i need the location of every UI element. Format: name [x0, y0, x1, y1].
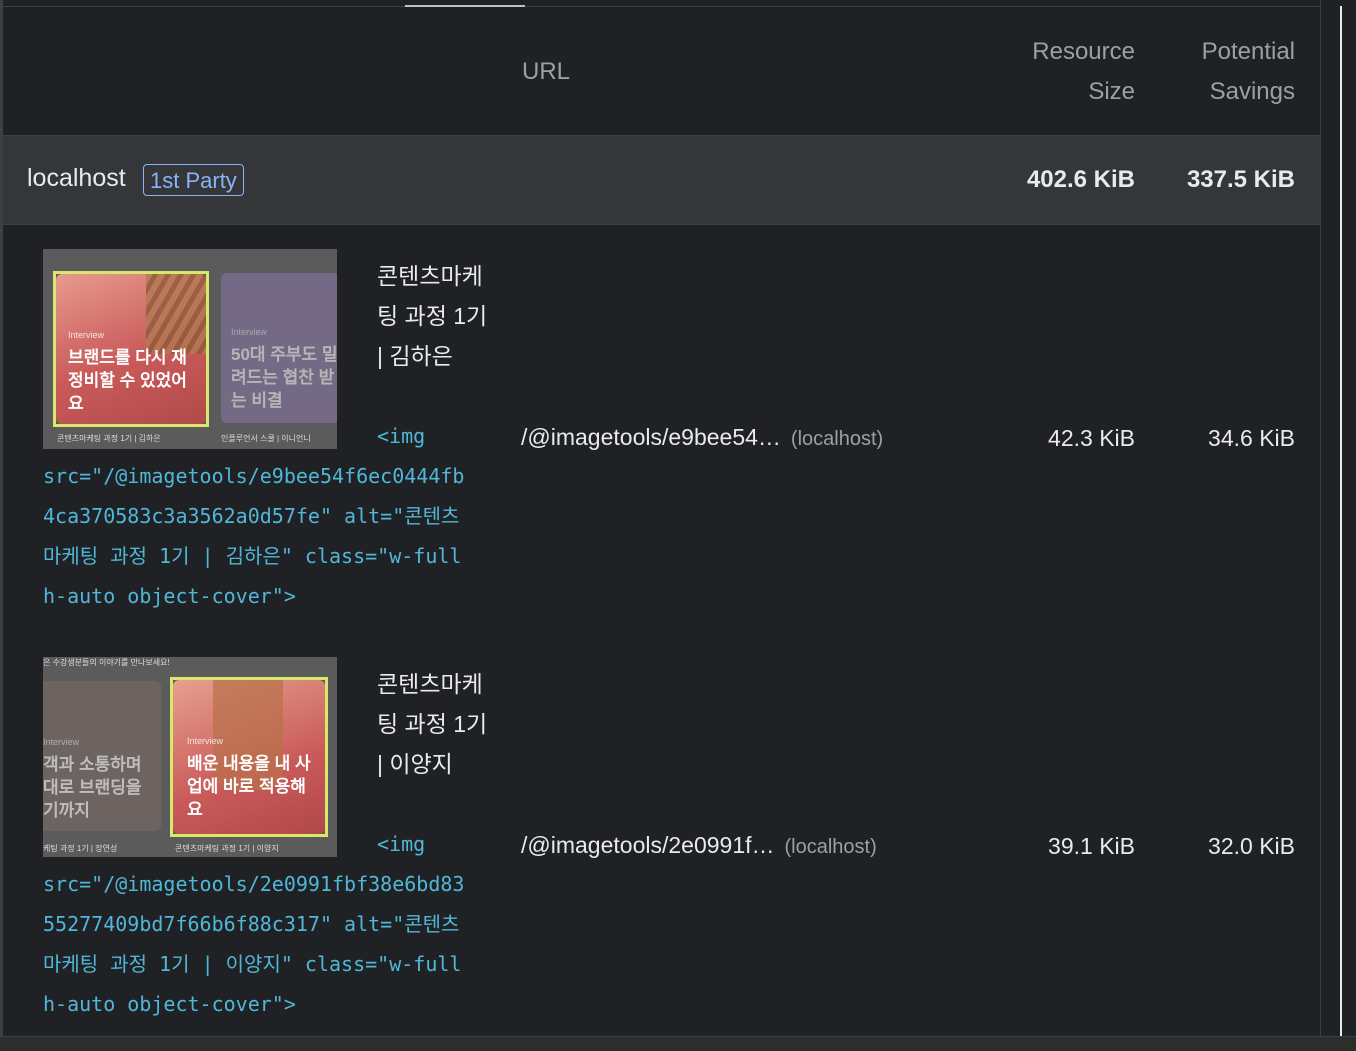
first-party-badge: 1st Party	[143, 164, 244, 196]
devtools-panel: URL Resource Size Potential Savings localh…	[0, 0, 1356, 1051]
table-header: URL Resource Size Potential Savings	[3, 7, 1320, 136]
url-text[interactable]: /@imagetools/2e0991f…	[521, 832, 775, 858]
group-resource-size: 402.6 KiB	[1026, 166, 1135, 193]
table-row[interactable]: 은 수강생분들의 이야기를 만나보세요! Interview 객과 소통하며 대…	[3, 633, 1320, 1041]
thumb-main-card: Interview 브랜드를 다시 재정비할 수 있었어요	[56, 274, 206, 424]
node-snippet-line[interactable]: src="/@imagetools/e9bee54f6ec0444fb	[43, 456, 464, 496]
resource-url[interactable]: /@imagetools/e9bee54… (localhost)	[521, 424, 883, 451]
thumb-side-caption: 케팅 과정 1기 | 장연성	[43, 844, 118, 853]
url-host: (localhost)	[784, 836, 877, 858]
thumb-main-card: Interview 배운 내용을 내 사업에 바로 적용해요	[173, 680, 325, 834]
node-snippet-line[interactable]: 55277409bd7f66b6f88c317" alt="콘텐츠	[43, 904, 459, 944]
header-resource-size: Resource Size	[1032, 38, 1135, 105]
resource-url[interactable]: /@imagetools/2e0991f… (localhost)	[521, 832, 877, 859]
node-label: 콘텐츠마케팅 과정 1기 | 이양지	[377, 671, 488, 777]
bottom-bar	[0, 1036, 1356, 1051]
thumb-side-text: 객과 소통하며 대로 브랜딩을 기까지	[43, 755, 142, 820]
header-url: URL	[522, 58, 571, 85]
group-potential-savings: 337.5 KiB	[1186, 166, 1295, 193]
node-label: 콘텐츠마케팅 과정 1기 | 김하은	[377, 263, 488, 369]
thumb-side-caption: 인플루언서 스쿨 | 이니언니	[221, 434, 311, 443]
thumb-side-text: 50대 주부도 밀려드는 협찬 받는 비결	[231, 345, 337, 410]
row-potential-savings: 32.0 KiB	[1208, 833, 1295, 859]
right-gutter	[1320, 0, 1356, 1050]
node-snippet-line[interactable]: 마케팅 과정 1기 | 이양지" class="w-full	[43, 944, 461, 984]
thumb-side-card: Interview 객과 소통하며 대로 브랜딩을 기까지	[43, 681, 161, 831]
audit-details-table: URL Resource Size Potential Savings localh…	[3, 7, 1320, 1036]
thumb-caption: 콘텐츠마케팅 과정 1기 | 이양지	[175, 844, 279, 853]
node-thumbnail: 은 수강생분들의 이야기를 만나보세요! Interview 객과 소통하며 대…	[43, 657, 337, 857]
scrollbar[interactable]	[1340, 6, 1342, 1036]
url-host: (localhost)	[790, 428, 884, 450]
thumb-side-card: Interview 50대 주부도 밀려드는 협찬 받는 비결	[221, 273, 337, 423]
node-snippet-line[interactable]: h-auto object-cover">	[43, 576, 296, 616]
thumb-caption: 콘텐츠마케팅 과정 1기 | 김하은	[57, 434, 161, 443]
table-row[interactable]: Interview 50대 주부도 밀려드는 협찬 받는 비결 Intervie…	[3, 225, 1320, 633]
node-snippet-line[interactable]: 마케팅 과정 1기 | 김하은" class="w-full	[43, 536, 461, 576]
node-snippet-line[interactable]: h-auto object-cover">	[43, 984, 296, 1024]
node-snippet-line[interactable]: 4ca370583c3a3562a0d57fe" alt="콘텐츠	[43, 496, 459, 536]
thumb-tag: Interview	[187, 736, 224, 746]
node-thumbnail: Interview 50대 주부도 밀려드는 협찬 받는 비결 Intervie…	[43, 249, 337, 449]
row-potential-savings: 34.6 KiB	[1208, 425, 1295, 451]
row-resource-size: 39.1 KiB	[1048, 833, 1135, 859]
node-snippet-line[interactable]: src="/@imagetools/2e0991fbf38e6bd83	[43, 864, 464, 904]
thumb-main-text: 배운 내용을 내 사업에 바로 적용해요	[187, 754, 311, 819]
row-resource-size: 42.3 KiB	[1048, 425, 1135, 451]
thumb-tag: Interview	[68, 330, 105, 340]
thumb-top-caption: 은 수강생분들의 이야기를 만나보세요!	[43, 658, 170, 667]
header-potential-savings: Potential Savings	[1201, 38, 1295, 105]
node-snippet-open[interactable]: <img	[377, 824, 425, 864]
entity-name: localhost	[27, 164, 126, 192]
thumb-main-text: 브랜드를 다시 재정비할 수 있었어요	[68, 348, 187, 413]
url-text[interactable]: /@imagetools/e9bee54…	[521, 424, 781, 450]
entity-group-row: localhost 1st Party 402.6 KiB 337.5 KiB	[3, 136, 1320, 225]
node-snippet-open[interactable]: <img	[377, 416, 425, 456]
